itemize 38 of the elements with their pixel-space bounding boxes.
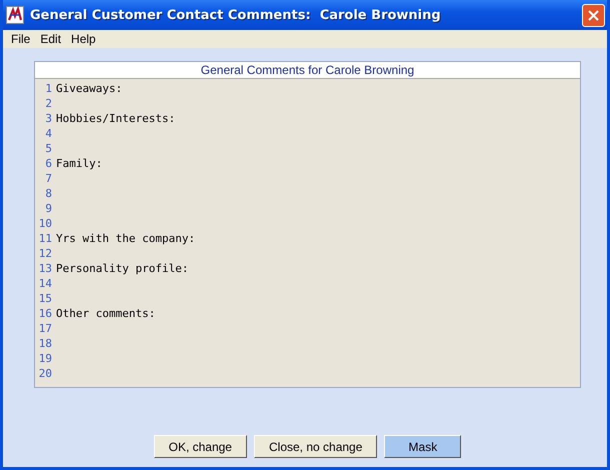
dialog-button[interactable]: OK, change [154,435,247,458]
line-number: 19 [38,352,53,365]
comments-editor[interactable]: 1 Giveaways: 2 3 Hobbies/Interests: 4 5 6 Family: 7 8 9 10 11 Yrs with the company: 12 13 Personality profile: 14 15 16 Other comments: 17 18 19 20 [35,79,580,387]
line-number: 7 [44,172,53,185]
line-number: 18 [38,337,53,350]
app-logo-icon [6,6,24,24]
line-number: 9 [44,202,53,215]
close-button[interactable] [582,4,605,26]
line-number: 20 [38,367,53,380]
line-number: 14 [38,277,53,290]
comment-line: Other comments: [56,307,156,320]
menu-item[interactable]: Edit [35,32,66,46]
line-number: 3 [44,112,53,125]
line-number: 15 [38,292,53,305]
line-number: 16 [38,307,53,320]
comment-line: Family: [56,157,102,170]
line-number: 2 [44,97,53,110]
line-number: 1 [44,82,53,95]
line-number: 8 [44,187,53,200]
line-number: 10 [38,217,53,230]
comment-line: Hobbies/Interests: [56,112,176,125]
line-number: 13 [38,262,53,275]
line-number: 4 [44,127,53,140]
line-number: 17 [38,322,53,335]
comment-line: Giveaways: [56,82,122,95]
line-number: 11 [38,232,53,245]
dialog-button[interactable]: Close, no change [254,435,378,458]
comment-line: Yrs with the company: [56,232,196,245]
panel-title: General Comments for Carole Browning [35,62,580,79]
menu-item[interactable]: File [6,32,36,46]
window-title: General Customer Contact Comments: Carole Browning [30,8,442,22]
close-icon [588,10,599,20]
dialog-button[interactable]: Mask [384,435,462,458]
menu-item[interactable]: Help [66,32,101,46]
comment-line: Personality profile: [56,262,188,275]
line-number: 5 [44,142,53,155]
line-number: 6 [44,157,53,170]
line-number: 12 [38,247,53,260]
